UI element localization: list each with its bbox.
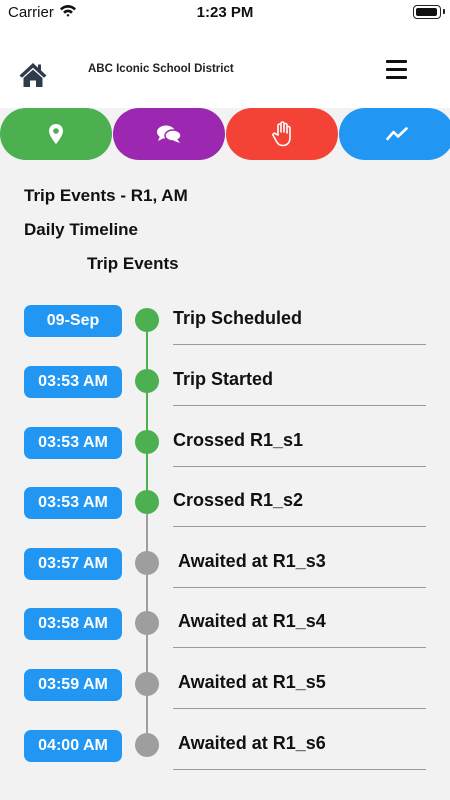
- status-time: 1:23 PM: [196, 4, 254, 21]
- divider: [173, 466, 426, 467]
- daily-timeline-heading: Daily Timeline: [24, 220, 139, 239]
- event-label: Awaited at R1_s4: [178, 611, 326, 631]
- status-dot: [135, 672, 159, 696]
- tab-stop[interactable]: [226, 108, 338, 160]
- event-label: Trip Started: [173, 369, 274, 389]
- location-pin-icon: [49, 124, 63, 144]
- event-label: Awaited at R1_s6: [178, 733, 326, 753]
- event-time-badge: 09-Sep: [24, 305, 122, 337]
- menu-button[interactable]: [386, 60, 408, 80]
- status-dot: [135, 308, 159, 332]
- event-label: Awaited at R1_s3: [178, 551, 326, 571]
- tab-location[interactable]: [0, 108, 112, 160]
- timeline-item: 03:53 AM Crossed R1_s1: [0, 419, 450, 480]
- home-button[interactable]: [18, 60, 48, 90]
- divider: [173, 647, 426, 648]
- event-label: Awaited at R1_s5: [178, 672, 326, 692]
- event-time-badge: 03:57 AM: [24, 548, 122, 580]
- page-title: Trip Events - R1, AM: [24, 186, 188, 205]
- divider: [173, 708, 426, 709]
- timeline-item: 03:59 AM Awaited at R1_s5: [0, 661, 450, 722]
- event-time-badge: 03:53 AM: [24, 427, 122, 459]
- tab-timeline[interactable]: [339, 108, 450, 160]
- divider: [173, 769, 426, 770]
- battery-icon: [413, 5, 445, 19]
- status-dot: [135, 430, 159, 454]
- timeline-item: 09-Sep Trip Scheduled: [0, 297, 450, 358]
- divider: [173, 587, 426, 588]
- status-bar: Carrier 1:23 PM: [0, 0, 450, 26]
- app-header: ABC Iconic School District: [0, 26, 450, 108]
- divider: [173, 526, 426, 527]
- divider: [173, 344, 426, 345]
- action-tab-bar: [0, 108, 450, 160]
- event-time-badge: 04:00 AM: [24, 730, 122, 762]
- tab-messages[interactable]: [113, 108, 225, 160]
- hand-icon: [272, 121, 291, 147]
- trip-events-heading: Trip Events: [87, 254, 179, 273]
- home-icon: [19, 63, 47, 87]
- menu-icon: [386, 60, 407, 63]
- timeline-item: 03:57 AM Awaited at R1_s3: [0, 540, 450, 601]
- timeline-item: 04:00 AM Awaited at R1_s6: [0, 722, 450, 783]
- timeline-item: 03:53 AM Crossed R1_s2: [0, 479, 450, 540]
- event-time-badge: 03:53 AM: [24, 366, 122, 398]
- status-dot: [135, 490, 159, 514]
- district-name: ABC Iconic School District: [88, 63, 234, 75]
- divider: [173, 405, 426, 406]
- timeline-item: 03:58 AM Awaited at R1_s4: [0, 600, 450, 661]
- trend-icon: [385, 127, 408, 141]
- event-time-badge: 03:53 AM: [24, 487, 122, 519]
- event-label: Crossed R1_s1: [173, 430, 304, 450]
- event-label: Crossed R1_s2: [173, 490, 304, 510]
- chat-bubbles-icon: [157, 125, 182, 143]
- status-dot: [135, 551, 159, 575]
- timeline-item: 03:53 AM Trip Started: [0, 358, 450, 419]
- status-dot: [135, 611, 159, 635]
- status-dot: [135, 369, 159, 393]
- event-time-badge: 03:58 AM: [24, 608, 122, 640]
- event-label: Trip Scheduled: [173, 308, 303, 328]
- status-dot: [135, 733, 159, 757]
- event-time-badge: 03:59 AM: [24, 669, 122, 701]
